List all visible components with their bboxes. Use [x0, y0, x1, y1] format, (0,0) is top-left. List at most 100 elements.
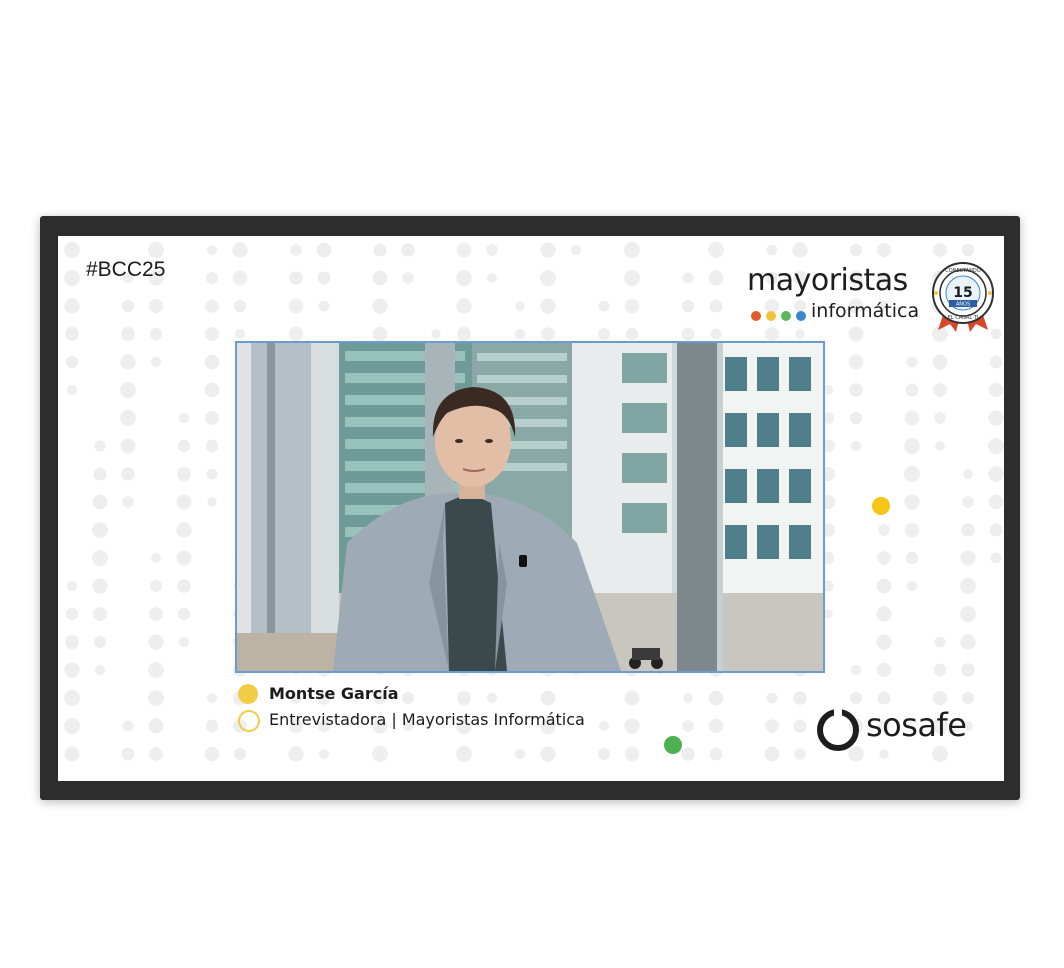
background-dot: [372, 298, 388, 314]
background-dot: [121, 299, 135, 313]
background-dot: [64, 298, 80, 314]
background-dot: [120, 326, 136, 342]
background-dot: [597, 747, 611, 761]
background-dot: [764, 746, 780, 762]
svg-text:15: 15: [953, 285, 972, 301]
background-dot: [792, 242, 808, 258]
background-dot: [682, 272, 694, 284]
background-dot: [624, 718, 640, 734]
background-dot: [456, 746, 472, 762]
yellow-dot-icon: [238, 684, 258, 704]
logo-dot-orange: [751, 311, 761, 321]
background-dot: [372, 270, 388, 286]
background-dot: [624, 298, 640, 314]
background-dot: [431, 329, 441, 339]
background-dot: [204, 326, 220, 342]
background-dot: [65, 327, 79, 341]
background-dot: [64, 662, 80, 678]
background-dot: [624, 242, 640, 258]
background-dot: [849, 691, 863, 705]
background-dot: [486, 692, 498, 704]
svg-text:AÑOS: AÑOS: [956, 301, 970, 308]
background-dot: [794, 748, 806, 760]
background-dot: [178, 412, 190, 424]
background-dot: [709, 747, 723, 761]
background-dot: [850, 664, 862, 676]
interview-video[interactable]: [235, 341, 825, 673]
background-dot: [205, 439, 219, 453]
background-dot: [961, 523, 975, 537]
background-dot: [988, 494, 1004, 510]
background-dot: [456, 270, 472, 286]
background-dot: [288, 326, 304, 342]
background-dot: [233, 299, 247, 313]
background-dot: [708, 242, 724, 258]
background-dot: [904, 466, 920, 482]
green-accent-dot: [664, 736, 682, 754]
background-dot: [709, 299, 723, 313]
background-dot: [150, 356, 162, 368]
background-dot: [932, 354, 948, 370]
background-dot: [877, 551, 891, 565]
background-dot: [120, 438, 136, 454]
background-dot: [515, 301, 525, 311]
background-dot: [904, 410, 920, 426]
background-dot: [988, 438, 1004, 454]
background-dot: [708, 718, 724, 734]
background-dot: [681, 747, 695, 761]
event-hashtag: #BCC25: [86, 258, 166, 281]
background-dot: [92, 494, 108, 510]
background-dot: [793, 719, 807, 733]
background-dot: [905, 551, 919, 565]
background-dot: [766, 692, 778, 704]
background-dot: [204, 382, 220, 398]
background-dot: [92, 606, 108, 622]
logo-color-dots: [751, 306, 811, 325]
background-dot: [66, 384, 78, 396]
background-dot: [401, 243, 415, 257]
background-dot: [92, 522, 108, 538]
background-dot: [92, 550, 108, 566]
background-dot: [540, 270, 556, 286]
background-dot: [94, 664, 106, 676]
background-dot: [540, 690, 556, 706]
background-dot: [597, 327, 611, 341]
background-dot: [935, 441, 945, 451]
background-dot: [934, 636, 946, 648]
logo-dot-green: [781, 311, 791, 321]
speaker-role: Entrevistadora | Mayoristas Informática: [269, 710, 585, 729]
background-dot: [402, 692, 414, 704]
background-dot: [961, 243, 975, 257]
background-dot: [876, 634, 892, 650]
background-dot: [989, 523, 1003, 537]
background-dot: [876, 578, 892, 594]
background-dot: [766, 244, 778, 256]
background-dot: [288, 746, 304, 762]
background-dot: [94, 440, 106, 452]
background-dot: [318, 300, 330, 312]
background-dot: [933, 383, 947, 397]
background-dot: [904, 494, 920, 510]
background-dot: [849, 411, 863, 425]
background-dot: [681, 327, 695, 341]
background-dot: [316, 242, 332, 258]
background-dot: [65, 607, 79, 621]
background-dot: [204, 746, 220, 762]
background-dot: [765, 719, 779, 733]
background-dot: [205, 411, 219, 425]
background-dot: [988, 466, 1004, 482]
background-dot: [598, 720, 610, 732]
background-dot: [289, 271, 303, 285]
background-dot: [933, 663, 947, 677]
anniversary-seal-icon: CONECTANDO 15 AÑOS EL CANAL TI: [932, 262, 994, 332]
background-dot: [149, 607, 163, 621]
background-dot: [318, 748, 330, 760]
background-dot: [624, 690, 640, 706]
background-dot: [540, 746, 556, 762]
background-dot: [624, 270, 640, 286]
background-dot: [710, 328, 722, 340]
background-dot: [793, 691, 807, 705]
background-dot: [850, 440, 862, 452]
background-dot: [849, 243, 863, 257]
background-dot: [122, 720, 134, 732]
